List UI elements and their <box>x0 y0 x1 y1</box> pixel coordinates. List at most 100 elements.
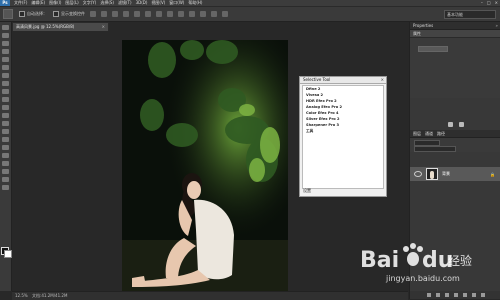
eraser-tool-icon[interactable] <box>2 105 9 110</box>
menu-select[interactable]: 选择(S) <box>100 0 114 6</box>
new-group-icon[interactable] <box>462 293 467 297</box>
hand-tool-icon[interactable] <box>2 169 9 174</box>
menu-window[interactable]: 窗口(W) <box>169 0 184 6</box>
layer-style-icon[interactable] <box>435 293 440 297</box>
blend-mode-select[interactable] <box>414 146 456 152</box>
layer-row[interactable]: 背景 🔒 <box>410 167 500 181</box>
watermark-url: jingyan.baidu.com <box>385 274 460 283</box>
distribute-bottom-icon[interactable] <box>178 11 184 17</box>
document-image[interactable] <box>122 40 288 291</box>
distribute-right-icon[interactable] <box>211 11 217 17</box>
3d-mode-icon[interactable] <box>222 11 228 17</box>
document-size: 文档:41.2M/41.2M <box>32 293 68 298</box>
clone-stamp-tool-icon[interactable] <box>2 89 9 94</box>
move-tool-icon[interactable] <box>3 9 13 19</box>
photo-illustration <box>122 40 288 291</box>
filter-item-tools[interactable]: 工具 <box>303 128 383 134</box>
eyedropper-tool-icon[interactable] <box>2 65 9 70</box>
layer-name[interactable]: 背景 <box>442 171 450 177</box>
type-tool-icon[interactable] <box>2 145 9 150</box>
selective-tool-window[interactable]: Selective Tool × Dfine 2 Vivesa 2 HDR Ef… <box>299 76 387 197</box>
pen-tool-icon[interactable] <box>2 137 9 142</box>
menu-3d[interactable]: 3D(D) <box>136 0 148 6</box>
adjustments-icon[interactable] <box>447 121 453 127</box>
layer-thumbnail <box>426 168 438 180</box>
move-tool-icon[interactable] <box>2 25 9 30</box>
align-middle-icon[interactable] <box>101 11 107 17</box>
properties-panel-title: Properties <box>413 23 434 28</box>
marquee-tool-icon[interactable] <box>2 33 9 38</box>
blur-tool-icon[interactable] <box>2 121 9 126</box>
quick-select-tool-icon[interactable] <box>2 49 9 54</box>
minimize-button[interactable]: – <box>481 0 483 5</box>
properties-tab[interactable]: 属性 <box>410 30 500 38</box>
layers-panel-footer <box>410 291 500 299</box>
adjustment-layer-icon[interactable] <box>453 293 458 297</box>
tab-paths[interactable]: 路径 <box>437 130 445 137</box>
tab-channels[interactable]: 通道 <box>425 130 433 137</box>
background-color-swatch[interactable] <box>4 250 12 258</box>
align-bottom-icon[interactable] <box>112 11 118 17</box>
distribute-top-icon[interactable] <box>156 11 162 17</box>
menu-layer[interactable]: 图层(L) <box>65 0 78 6</box>
close-tab-icon[interactable]: × <box>102 23 105 31</box>
align-top-icon[interactable] <box>90 11 96 17</box>
baidu-jingyan-watermark: Bai du 经验 jingyan.baidu.com <box>358 239 478 287</box>
filter-list: Dfine 2 Vivesa 2 HDR Efex Pro 2 Analog E… <box>302 85 384 189</box>
auto-select-label: 自动选择： <box>27 11 47 16</box>
new-layer-icon[interactable] <box>471 293 476 297</box>
align-left-icon[interactable] <box>123 11 129 17</box>
collapse-panel-icon[interactable]: » <box>496 22 498 29</box>
zoom-tool-icon[interactable] <box>2 177 9 182</box>
options-bar: 自动选择： 显示变换控件 基本功能 <box>0 7 500 22</box>
menu-bar: Ps 文件(F) 编辑(E) 图像(I) 图层(L) 文字(Y) 选择(S) 滤… <box>0 0 500 7</box>
show-transform-label: 显示变换控件 <box>61 11 85 16</box>
distribute-middle-icon[interactable] <box>167 11 173 17</box>
properties-field[interactable] <box>418 46 448 52</box>
auto-select-checkbox[interactable]: 自动选择： <box>19 11 47 17</box>
menu-image[interactable]: 图像(I) <box>49 0 61 6</box>
tab-layers[interactable]: 图层 <box>413 130 421 137</box>
menu-filter[interactable]: 滤镜(T) <box>118 0 132 6</box>
visibility-eye-icon[interactable] <box>414 171 422 177</box>
trash-icon[interactable] <box>480 293 485 297</box>
path-select-tool-icon[interactable] <box>2 153 9 158</box>
dodge-tool-icon[interactable] <box>2 129 9 134</box>
checkbox-box[interactable] <box>19 11 25 17</box>
brush-tool-icon[interactable] <box>2 81 9 86</box>
history-brush-tool-icon[interactable] <box>2 97 9 102</box>
document-tab-title: 高清风景.jpg @ 12.5%(RGB/8) <box>16 24 75 29</box>
settings-link[interactable]: 设置 <box>303 188 311 194</box>
align-right-icon[interactable] <box>145 11 151 17</box>
menu-edit[interactable]: 编辑(E) <box>31 0 45 6</box>
close-icon[interactable]: × <box>381 77 384 83</box>
maximize-button[interactable]: □ <box>487 0 491 5</box>
workspace-select[interactable]: 基本功能 <box>444 9 496 19</box>
menu-type[interactable]: 文字(Y) <box>83 0 97 6</box>
gradient-tool-icon[interactable] <box>2 113 9 118</box>
tools-panel <box>0 22 12 291</box>
zoom-level[interactable]: 12.5% <box>15 293 28 298</box>
styles-icon[interactable] <box>458 121 464 127</box>
close-window-button[interactable]: × <box>495 0 498 5</box>
watermark-jingyan: 经验 <box>448 253 472 268</box>
menu-view[interactable]: 视图(V) <box>151 0 165 6</box>
align-center-icon[interactable] <box>134 11 140 17</box>
healing-brush-tool-icon[interactable] <box>2 73 9 78</box>
menu-help[interactable]: 帮助(H) <box>188 0 202 6</box>
show-transform-checkbox[interactable]: 显示变换控件 <box>53 11 85 17</box>
distribute-center-icon[interactable] <box>200 11 206 17</box>
lock-icon: 🔒 <box>490 171 495 177</box>
checkbox-box[interactable] <box>53 11 59 17</box>
lasso-tool-icon[interactable] <box>2 41 9 46</box>
photoshop-logo: Ps <box>0 0 10 6</box>
shape-tool-icon[interactable] <box>2 161 9 166</box>
crop-tool-icon[interactable] <box>2 57 9 62</box>
window-controls: – □ × <box>481 0 498 5</box>
selective-tool-titlebar[interactable]: Selective Tool × <box>300 77 386 84</box>
menu-file[interactable]: 文件(F) <box>14 0 27 6</box>
distribute-left-icon[interactable] <box>189 11 195 17</box>
link-layers-icon[interactable] <box>426 293 431 297</box>
layer-mask-icon[interactable] <box>444 293 449 297</box>
edit-toolbar-icon[interactable] <box>2 185 9 190</box>
